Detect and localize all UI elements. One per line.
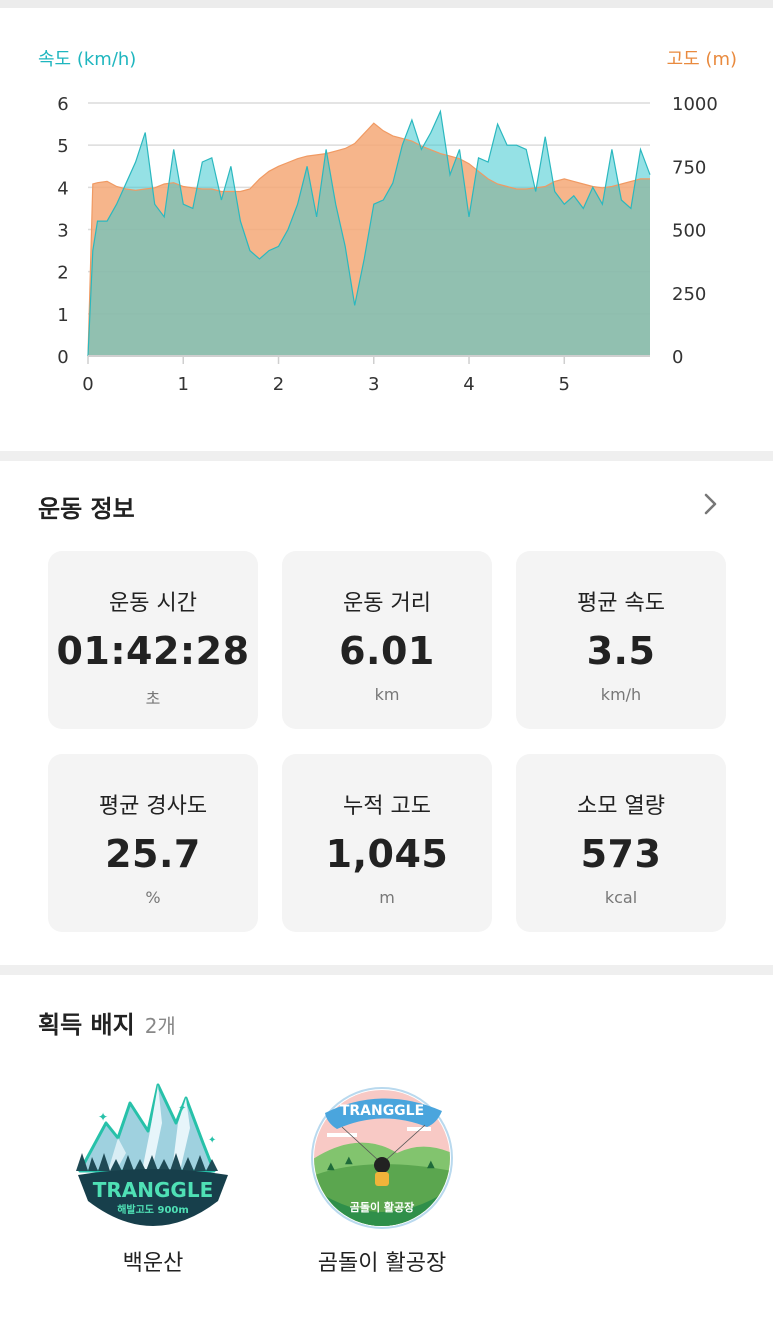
stat-tile-elevation-gain: 누적 고도 1,045 m [282,754,492,932]
speed-altitude-chart-card: 속도 (km/h) 고도 (m) 0 1 2 3 4 5 6 0 250 500 750 1000 0 1… [0,8,773,451]
y-left-tick-label: 1 [57,305,68,326]
x-tick-label: 0 [82,374,93,395]
earned-badges-title: 획득 배지 2개 [38,1005,176,1040]
stat-label: 운동 시간 [109,591,197,616]
y-left-tick-label: 5 [57,136,68,157]
stat-value: 01:42:28 [56,629,250,673]
y-right-tick-label: 250 [672,284,706,305]
badge-count: 2개 [144,1014,176,1038]
stat-tile-duration: 운동 시간 01:42:28 초 [48,551,258,729]
y-left-tick-label: 0 [57,347,68,368]
y-left-tick-label: 3 [57,221,68,242]
x-tick-label: 2 [273,374,284,395]
paraglider-badge-icon: TRANGGLE ▲ ▲ ▲ 곰돌이 활공장 [311,1087,453,1229]
badge-emblem-sub: 해발고도 900m [117,1203,189,1216]
stat-label: 평균 경사도 [98,794,208,819]
earned-badges-card: 획득 배지 2개 TRANGGLE 해발고도 900m ✦ ✦ ✦ 백운산 TR… [0,975,773,1327]
stat-unit: % [145,888,161,907]
stat-label: 소모 열량 [577,794,665,819]
chevron-right-icon[interactable] [697,491,723,517]
stat-unit: m [379,888,395,907]
y-left-tick-label: 6 [57,94,68,115]
y-right-tick-label: 1000 [672,94,718,115]
y-left-tick-label: 2 [57,263,68,284]
x-tick-label: 1 [178,374,189,395]
stat-tile-avg-speed: 평균 속도 3.5 km/h [516,551,726,729]
svg-text:▲: ▲ [345,1155,353,1166]
stat-label: 운동 거리 [343,591,431,616]
top-divider [0,0,773,8]
stat-value: 1,045 [325,832,449,876]
stat-unit: km/h [600,685,642,704]
exercise-info-title: 운동 정보 [38,495,135,523]
stat-tile-calories: 소모 열량 573 kcal [516,754,726,932]
y-right-tick-label: 0 [672,347,683,368]
badge-name: 곰돌이 활공장 [317,1251,447,1276]
stat-unit: km [374,685,400,704]
speed-altitude-chart: 0 1 2 3 4 5 6 0 250 500 750 1000 0 1 2 3 4 5 [57,94,718,395]
earned-badges-label: 획득 배지 [38,1011,135,1039]
svg-text:✦: ✦ [178,1103,186,1114]
stat-value: 25.7 [105,832,201,876]
badge-name: 백운산 [122,1251,184,1276]
y-right-tick-label: 750 [672,157,706,178]
x-tick-label: 3 [368,374,379,395]
stat-value: 3.5 [586,629,656,673]
stat-unit: 초 [145,689,161,708]
mountain-badge-icon: TRANGGLE 해발고도 900m ✦ ✦ ✦ [76,1083,228,1233]
stat-tile-avg-slope: 평균 경사도 25.7 % [48,754,258,932]
badge-paragliding-site[interactable]: TRANGGLE ▲ ▲ ▲ 곰돌이 활공장 곰돌이 활공장 [287,1083,477,1277]
badge-emblem-text: TRANGGLE [93,1178,214,1202]
stat-value: 573 [580,832,662,876]
stat-label: 누적 고도 [343,794,431,819]
svg-text:✦: ✦ [98,1110,108,1124]
badge-baegunsan[interactable]: TRANGGLE 해발고도 900m ✦ ✦ ✦ 백운산 [58,1083,248,1277]
badge-emblem-sub: 곰돌이 활공장 [350,1200,415,1214]
stat-value: 6.01 [339,629,435,673]
exercise-info-card: 운동 정보 운동 시간 01:42:28 초 운동 거리 6.01 km 평균 … [0,461,773,965]
x-tick-label: 5 [559,374,570,395]
stat-tile-distance: 운동 거리 6.01 km [282,551,492,729]
svg-text:▲: ▲ [327,1161,335,1172]
x-tick-label: 4 [463,374,474,395]
svg-text:▲: ▲ [427,1159,435,1170]
y-right-tick-label: 500 [672,221,706,242]
y-left-tick-label: 4 [57,178,68,199]
badge-emblem-text: TRANGGLE [340,1103,424,1119]
stat-label: 평균 속도 [577,591,665,616]
svg-text:✦: ✦ [208,1135,216,1146]
stat-unit: kcal [604,888,638,907]
